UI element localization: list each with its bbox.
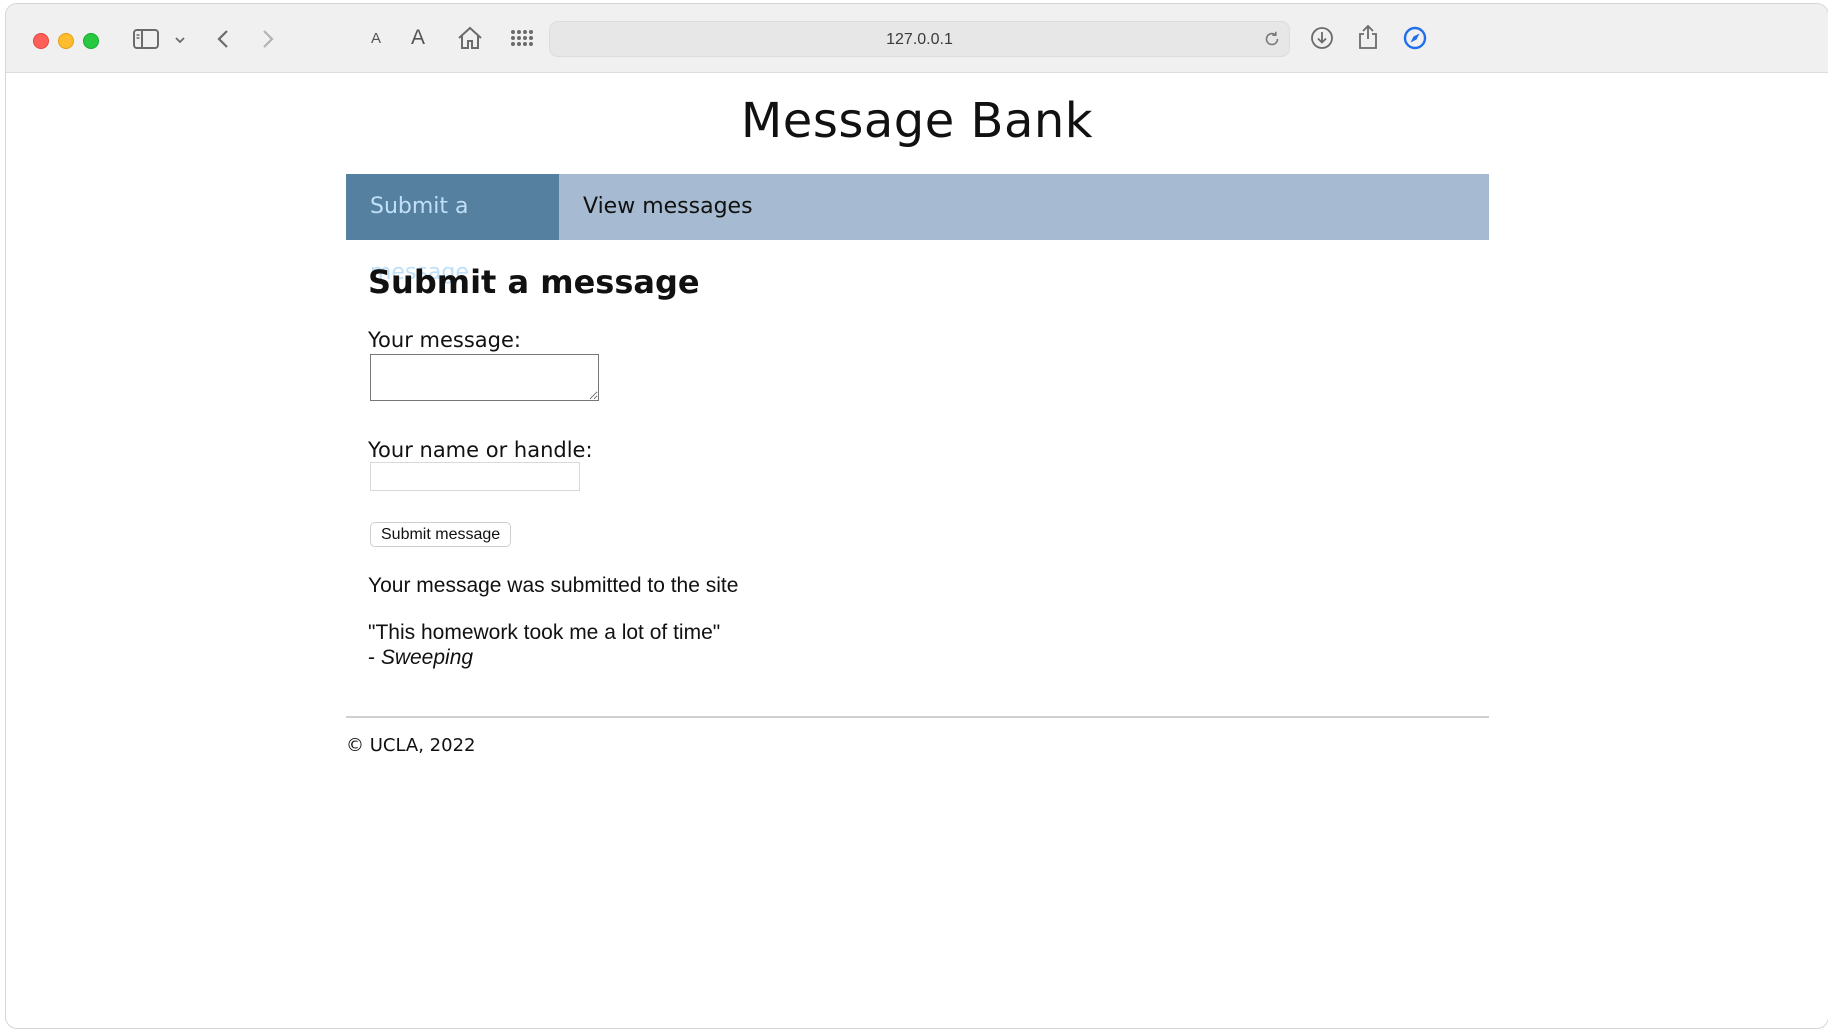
increase-font-button[interactable]: A: [411, 26, 425, 50]
chevron-down-icon[interactable]: [174, 36, 186, 44]
zoom-window-button[interactable]: [83, 33, 99, 49]
address-bar[interactable]: 127.0.0.1: [549, 21, 1290, 57]
author-prefix: -: [368, 646, 381, 669]
message-textarea[interactable]: [370, 354, 599, 401]
submit-message-button[interactable]: Submit message: [370, 522, 512, 547]
quote-text: "This homework took me a lot of time": [368, 621, 721, 644]
quote-author: Sweeping: [380, 646, 474, 669]
back-arrow-icon[interactable]: [216, 29, 230, 49]
share-icon[interactable]: [1357, 24, 1379, 50]
submitted-quote: "This homework took me a lot of time" - …: [368, 620, 720, 670]
browser-toolbar: A A 127.0.0.1: [6, 4, 1828, 73]
footer-copyright: © UCLA, 2022: [346, 735, 476, 756]
site-title: Message Bank: [740, 93, 1094, 149]
section-heading: Submit a message: [368, 263, 700, 301]
minimize-window-button[interactable]: [58, 33, 74, 49]
sidebar-toggle-icon[interactable]: [133, 28, 159, 50]
forward-arrow-icon[interactable]: [261, 29, 275, 49]
reload-icon[interactable]: [1263, 30, 1281, 53]
nav-bar: Submit a message View messages: [346, 174, 1489, 285]
url-text[interactable]: 127.0.0.1: [550, 31, 1289, 49]
home-icon[interactable]: [457, 26, 483, 50]
footer-divider: [346, 716, 1489, 718]
tab-submit-message[interactable]: Submit a message: [346, 174, 559, 285]
browser-window: A A 127.0.0.1 Message Bank Submit a mess…: [5, 3, 1828, 1029]
compass-icon[interactable]: [1403, 26, 1427, 50]
name-label: Your name or handle:: [368, 438, 593, 462]
quote-attribution: - Sweeping: [368, 645, 720, 670]
confirmation-text: Your message was submitted to the site: [368, 574, 739, 597]
message-label: Your message:: [368, 328, 521, 352]
close-window-button[interactable]: [33, 33, 49, 49]
grid-apps-icon[interactable]: [510, 29, 534, 47]
tab-view-messages[interactable]: View messages: [559, 174, 777, 240]
decrease-font-button[interactable]: A: [371, 30, 381, 47]
download-icon[interactable]: [1310, 26, 1334, 50]
name-input[interactable]: [370, 462, 580, 491]
